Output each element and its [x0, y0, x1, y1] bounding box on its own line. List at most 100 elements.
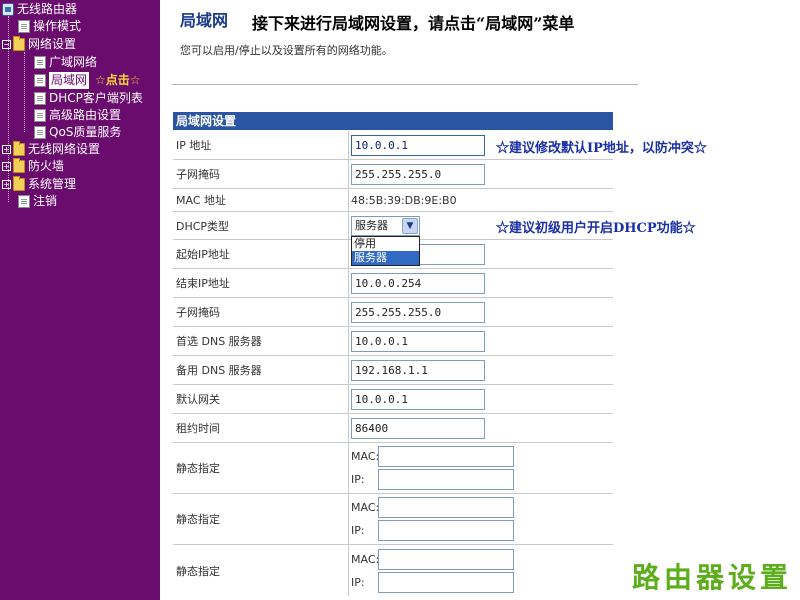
row-lease-time: 租约时间: [173, 414, 613, 443]
row-mac: MAC 地址 48:5B:39:DB:9E:B0: [173, 189, 613, 212]
dropdown-option-server[interactable]: 服务器: [352, 251, 419, 265]
page-subtitle: 您可以启用/停止以及设置所有的网络功能。: [180, 44, 393, 57]
static-mac-input[interactable]: [378, 548, 514, 570]
row-end-ip: 结束IP地址: [173, 269, 613, 298]
lease-time-input[interactable]: [351, 417, 485, 439]
page-icon: [34, 109, 46, 122]
folder-icon: [13, 141, 25, 156]
row-dhcp-subnet-mask: 子网掩码: [173, 298, 613, 327]
dropdown-option-disable[interactable]: 停用: [352, 237, 419, 251]
sidebar-item-label: 防火墙: [28, 159, 65, 173]
instruction-caption: 接下来进行局域网设置，请点击“局域网”菜单: [252, 14, 575, 33]
sidebar-item-lan[interactable]: 局域网 ☆点击☆: [34, 72, 141, 89]
router-icon: [2, 3, 14, 16]
sidebar-item-routing[interactable]: 高级路由设置: [34, 107, 121, 124]
collapse-icon[interactable]: −: [2, 40, 11, 49]
sidebar-item-firewall[interactable]: + 防火墙: [2, 158, 64, 175]
dhcp-type-dropdown: 停用 服务器: [351, 236, 420, 266]
ip-label: IP:: [351, 524, 365, 537]
ip-label: IP:: [351, 473, 365, 486]
static-ip-input[interactable]: [378, 571, 514, 593]
field-label: 起始IP地址: [173, 240, 349, 268]
dhcp-type-selected: 服务器: [355, 219, 388, 232]
expand-icon[interactable]: +: [2, 145, 11, 154]
sidebar-item-system[interactable]: + 系统管理: [2, 176, 76, 193]
mac-label: MAC:: [351, 552, 380, 566]
sidebar-item-label: 操作模式: [33, 19, 82, 33]
click-hint: ☆点击☆: [95, 73, 141, 87]
annotation-dhcp-tip: ☆建议初级用户开启DHCP功能☆: [496, 221, 696, 236]
static-mac-input[interactable]: [378, 446, 514, 467]
gateway-input[interactable]: [351, 388, 485, 410]
mac-label: MAC:: [351, 450, 380, 463]
sidebar-item-label: 广域网络: [49, 55, 98, 69]
dhcp-type-select[interactable]: 服务器 ▼: [351, 216, 420, 236]
sidebar: 无线路由器 操作模式 − 网络设置 广域网络 局域网 ☆点击☆ DHCP客户端列…: [0, 0, 160, 600]
secondary-dns-input[interactable]: [351, 359, 485, 381]
dhcp-subnet-mask-input[interactable]: [351, 301, 485, 323]
sidebar-item-label: 注销: [33, 194, 58, 208]
page-icon: [34, 56, 46, 69]
row-static-assignment: 静态指定 MAC: IP:: [173, 443, 613, 494]
expand-icon[interactable]: +: [2, 162, 11, 171]
folder-icon: [13, 36, 25, 51]
row-gateway: 默认网关: [173, 385, 613, 414]
table-header: 局域网设置: [173, 112, 613, 130]
sidebar-item-label: DHCP客户端列表: [49, 91, 143, 105]
field-label: MAC 地址: [173, 189, 349, 211]
field-label: 子网掩码: [173, 160, 349, 188]
sidebar-item-label: QoS质量服务: [49, 125, 122, 139]
page-icon: [34, 74, 46, 87]
page-icon: [34, 92, 46, 105]
page-icon: [18, 195, 30, 208]
row-primary-dns: 首选 DNS 服务器: [173, 327, 613, 356]
sidebar-item-label: 系统管理: [28, 177, 77, 191]
subnet-mask-input[interactable]: [351, 163, 485, 185]
static-ip-input[interactable]: [378, 469, 514, 490]
sidebar-root[interactable]: 无线路由器: [2, 1, 77, 18]
ip-label: IP:: [351, 575, 365, 589]
static-ip-input[interactable]: [378, 520, 514, 541]
field-label: 静态指定: [173, 494, 349, 544]
primary-dns-input[interactable]: [351, 330, 485, 352]
sidebar-item-label: 局域网: [49, 72, 90, 89]
folder-icon: [13, 176, 25, 191]
field-label: 租约时间: [173, 414, 349, 442]
field-label: 静态指定: [173, 443, 349, 493]
sidebar-item-mode[interactable]: 操作模式: [18, 18, 81, 35]
field-label: 首选 DNS 服务器: [173, 327, 349, 355]
chevron-down-icon[interactable]: ▼: [402, 218, 418, 234]
sidebar-item-network[interactable]: − 网络设置: [2, 36, 76, 53]
row-static-assignment: 静态指定 MAC: IP:: [173, 545, 613, 596]
field-label: DHCP类型: [173, 212, 349, 239]
divider: [172, 84, 638, 85]
main-content: 局域网 接下来进行局域网设置，请点击“局域网”菜单 您可以启用/停止以及设置所有…: [160, 0, 800, 600]
page-icon: [18, 20, 30, 33]
sidebar-item-logout[interactable]: 注销: [18, 193, 57, 210]
sidebar-item-qos[interactable]: QoS质量服务: [34, 124, 121, 141]
field-label: 静态指定: [173, 545, 349, 596]
folder-icon: [13, 158, 25, 173]
static-mac-input[interactable]: [378, 497, 514, 518]
row-static-assignment: 静态指定 MAC: IP:: [173, 494, 613, 545]
field-label: IP 地址: [173, 131, 349, 159]
annotation-ip-tip: ☆建议修改默认IP地址，以防冲突☆: [496, 141, 707, 156]
sidebar-item-label: 高级路由设置: [49, 108, 122, 122]
expand-icon[interactable]: +: [2, 180, 11, 189]
field-label: 默认网关: [173, 385, 349, 413]
field-label: 备用 DNS 服务器: [173, 356, 349, 384]
sidebar-item-label: 无线网络设置: [28, 142, 101, 156]
row-secondary-dns: 备用 DNS 服务器: [173, 356, 613, 385]
ip-address-input[interactable]: [351, 134, 485, 156]
watermark-text: 路由器设置: [631, 561, 792, 594]
sidebar-item-wan[interactable]: 广域网络: [34, 54, 97, 71]
sidebar-item-dhcp-list[interactable]: DHCP客户端列表: [34, 90, 143, 107]
field-label: 子网掩码: [173, 298, 349, 326]
row-subnet-mask: 子网掩码: [173, 160, 613, 189]
mac-address-value: 48:5B:39:DB:9E:B0: [351, 193, 457, 207]
sidebar-item-wireless[interactable]: + 无线网络设置: [2, 141, 100, 158]
mac-label: MAC:: [351, 501, 380, 514]
end-ip-input[interactable]: [351, 272, 485, 294]
sidebar-root-label: 无线路由器: [17, 2, 78, 16]
page-title: 局域网: [180, 11, 229, 30]
